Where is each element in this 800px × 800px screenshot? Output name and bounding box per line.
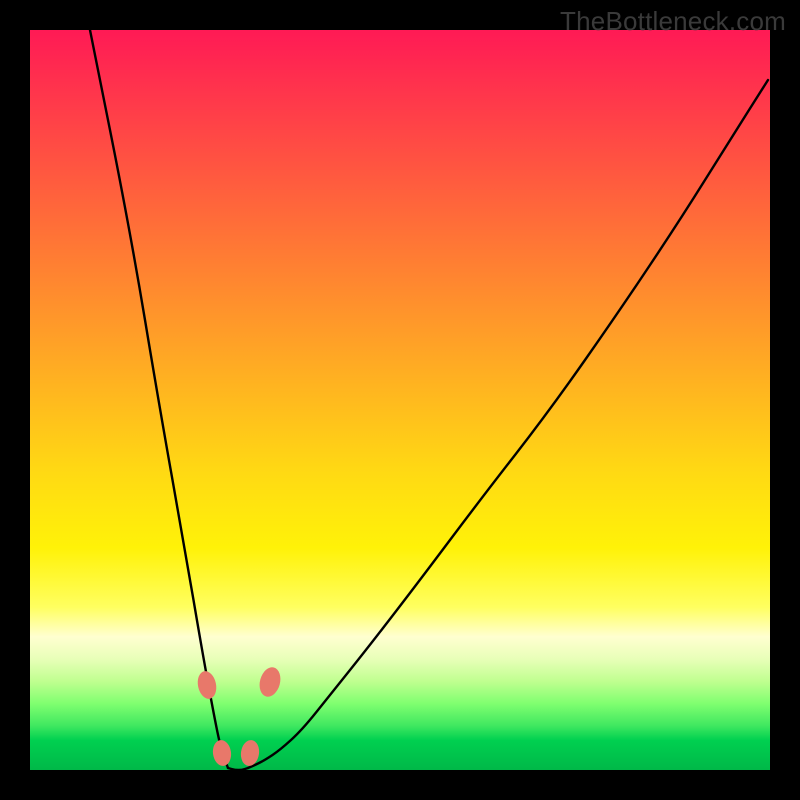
marker-left-lower [211, 739, 232, 767]
watermark-text: TheBottleneck.com [560, 6, 786, 37]
marker-right-upper [256, 665, 283, 699]
marker-left-upper [195, 669, 218, 700]
markers-group [195, 665, 283, 767]
curve-right-branch [248, 80, 768, 768]
curve-left-branch [90, 30, 228, 768]
plot-area [30, 30, 770, 770]
curve-valley-floor [228, 768, 248, 770]
curve-layer [30, 30, 770, 770]
